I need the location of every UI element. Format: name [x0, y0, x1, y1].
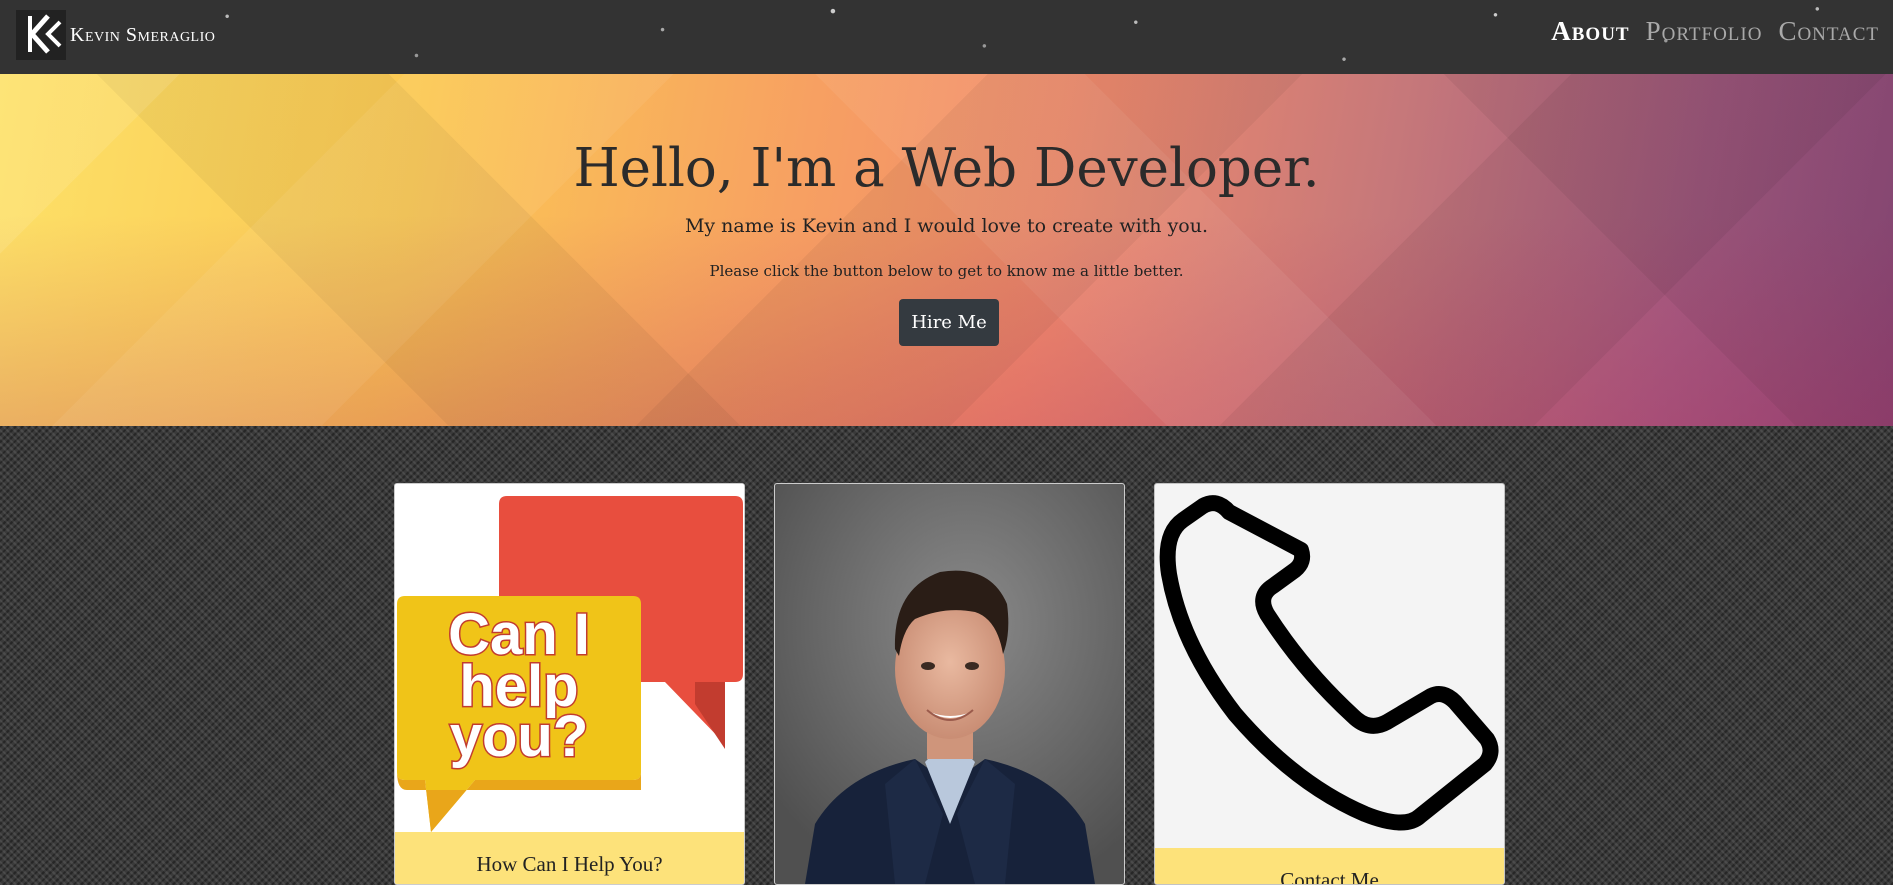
brand-name: Kevin Smeraglio	[70, 23, 216, 46]
hero-banner: Hello, I'm a Web Developer. My name is K…	[0, 74, 1893, 426]
hero-prompt: Please click the button below to get to …	[709, 262, 1184, 280]
speech-bubbles-image: Can I help you?	[395, 484, 744, 832]
brand-link[interactable]: Kevin Smeraglio	[16, 10, 215, 60]
brand-logo-icon	[16, 10, 66, 60]
card-contact-title: Contact Me	[1155, 848, 1504, 884]
nav-link-about[interactable]: About	[1551, 16, 1629, 47]
hero-title: Hello, I'm a Web Developer.	[573, 138, 1320, 199]
navbar: Kevin Smeraglio About Portfolio Contact	[0, 0, 1893, 74]
nav-link-portfolio[interactable]: Portfolio	[1646, 16, 1763, 47]
card-contact[interactable]: Contact Me	[1154, 483, 1505, 885]
hero-subtitle: My name is Kevin and I would love to cre…	[684, 215, 1209, 237]
card-portrait[interactable]	[774, 483, 1125, 885]
portrait-photo	[775, 484, 1124, 884]
bubble-text-line-3: you?	[450, 704, 589, 769]
card-help[interactable]: Can I help you? How Can I Help You?	[394, 483, 745, 885]
hire-me-button[interactable]: Hire Me	[899, 299, 999, 346]
phone-icon	[1159, 495, 1499, 831]
card-help-title: How Can I Help You?	[395, 832, 744, 884]
nav-links: About Portfolio Contact	[1551, 16, 1879, 47]
nav-link-contact[interactable]: Contact	[1778, 16, 1879, 47]
